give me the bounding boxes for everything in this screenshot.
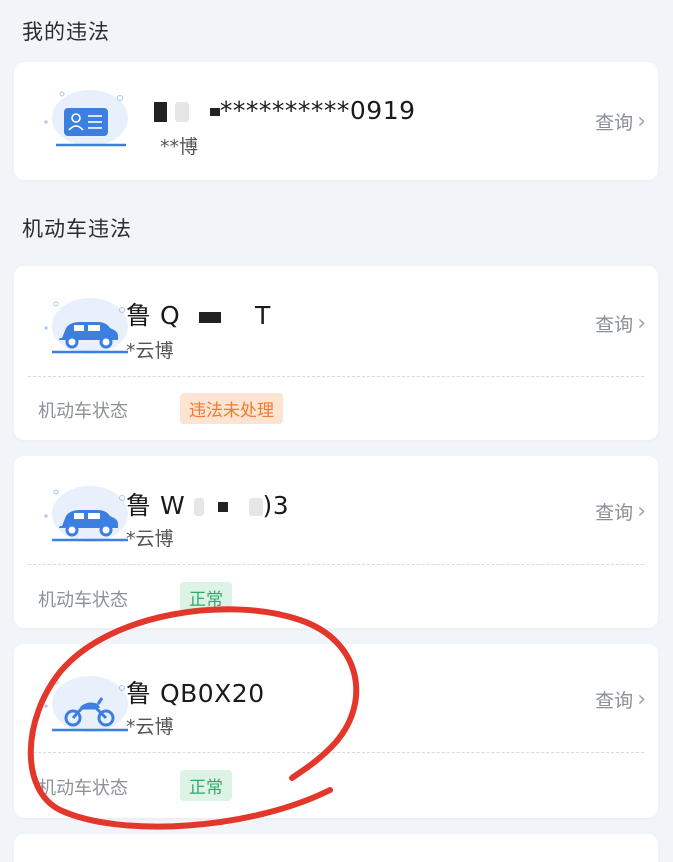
id-card-icon <box>44 90 128 147</box>
query-label: 查询 <box>595 502 634 524</box>
status-badge: 违法未处理 <box>180 393 283 424</box>
query-label: 查询 <box>595 314 634 336</box>
vehicle-card[interactable]: 鲁 QB0X20 *云博 查询 › 机动车状态 正常 <box>14 644 658 818</box>
plate-prefix: 鲁 W <box>126 491 186 520</box>
query-link[interactable]: 查询 › <box>595 310 646 337</box>
license-holder-name: **博 <box>160 136 199 158</box>
license-id: **********0919 <box>154 96 416 125</box>
plate-prefix: 鲁 Q <box>126 301 181 330</box>
motorcycle-icon <box>44 676 128 732</box>
redaction <box>154 102 167 122</box>
vehicle-owner: *云博 <box>126 716 174 738</box>
query-label: 查询 <box>595 112 634 134</box>
vehicle-card[interactable]: 鲁 Q T *云博 查询 › 机动车状态 违法未处理 <box>14 266 658 440</box>
plate-number: 鲁 QB0X20 <box>126 679 265 708</box>
redaction <box>198 311 221 323</box>
car-icon <box>44 298 128 354</box>
redaction <box>193 498 204 516</box>
vehicle-card[interactable]: 鲁 W )3 *云博 查询 › 机动车状态 正常 <box>14 456 658 628</box>
vehicle-violations-title: 机动车违法 <box>22 217 132 241</box>
redaction <box>218 502 229 512</box>
my-violations-title: 我的违法 <box>22 20 110 44</box>
vehicle-owner: *云博 <box>126 340 174 362</box>
redaction <box>248 498 263 516</box>
query-label: 查询 <box>595 690 634 712</box>
status-badge: 正常 <box>180 582 232 613</box>
divider <box>28 564 644 565</box>
divider <box>28 752 644 753</box>
divider <box>28 376 644 377</box>
car-icon <box>44 486 128 542</box>
plate-number: 鲁 Q T <box>126 296 271 332</box>
plate-suffix: T <box>255 301 271 330</box>
status-label: 机动车状态 <box>38 590 128 611</box>
license-id-text: **********0919 <box>219 96 416 125</box>
status-label: 机动车状态 <box>38 401 128 422</box>
chevron-right-icon: › <box>637 108 646 134</box>
vehicle-card[interactable] <box>14 834 658 862</box>
chevron-right-icon: › <box>637 686 646 712</box>
redaction <box>209 108 220 116</box>
query-link[interactable]: 查询 › <box>595 108 646 135</box>
plate-number: 鲁 W )3 <box>126 486 289 522</box>
license-card[interactable]: **********0919 **博 查询 › <box>14 62 658 180</box>
redaction <box>175 102 190 122</box>
chevron-right-icon: › <box>637 498 646 524</box>
vehicle-owner: *云博 <box>126 528 174 550</box>
query-link[interactable]: 查询 › <box>595 498 646 525</box>
status-badge: 正常 <box>180 770 232 801</box>
query-link[interactable]: 查询 › <box>595 686 646 713</box>
plate-suffix: )3 <box>262 491 290 520</box>
chevron-right-icon: › <box>637 310 646 336</box>
status-label: 机动车状态 <box>38 778 128 799</box>
